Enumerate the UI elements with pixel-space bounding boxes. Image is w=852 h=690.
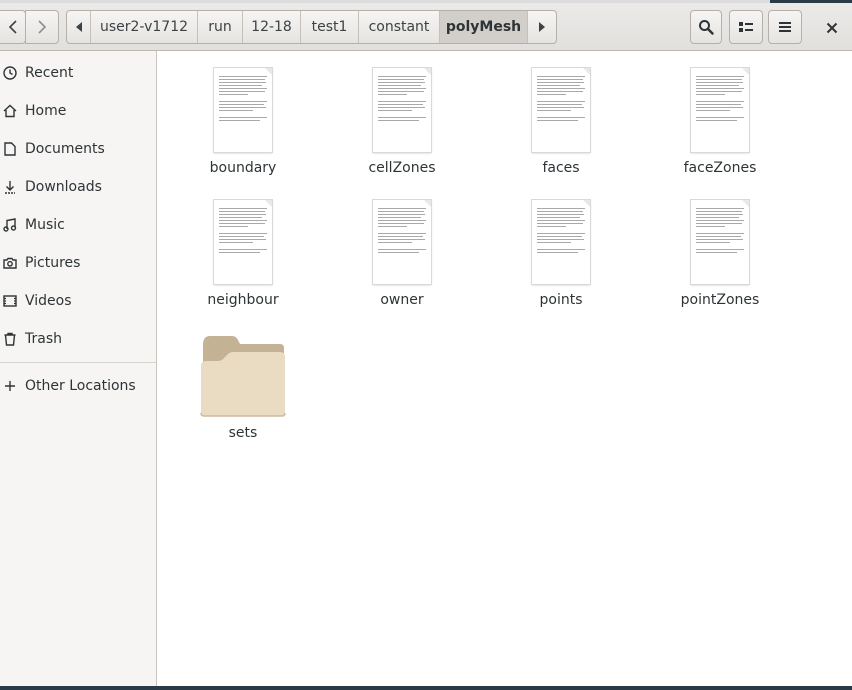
- text-file-icon: [691, 200, 749, 284]
- sidebar-item-label: Other Locations: [25, 378, 136, 394]
- file-item-faces[interactable]: faces: [491, 68, 631, 176]
- file-name: neighbour: [207, 292, 279, 308]
- file-item-pointzones[interactable]: pointZones: [650, 200, 790, 308]
- list-view-icon: [739, 22, 753, 32]
- back-button[interactable]: [0, 10, 26, 44]
- sidebar-item-videos[interactable]: Videos: [0, 282, 156, 320]
- home-icon: [2, 103, 18, 119]
- clock-icon: [2, 65, 18, 81]
- sidebar-item-documents[interactable]: Documents: [0, 130, 156, 168]
- search-icon: [699, 20, 714, 35]
- file-grid: boundary cellZones faces faceZones neigh…: [157, 51, 852, 686]
- hamburger-menu-icon: [779, 22, 791, 32]
- sidebar-item-recent[interactable]: Recent: [0, 54, 156, 92]
- trash-icon: [2, 331, 18, 347]
- file-name: owner: [380, 292, 424, 308]
- file-item-sets[interactable]: sets: [173, 333, 313, 441]
- sidebar-item-other-locations[interactable]: Other Locations: [0, 367, 156, 405]
- download-icon: [2, 179, 18, 195]
- chevron-right-icon: [38, 20, 47, 34]
- breadcrumb-run[interactable]: run: [198, 11, 243, 43]
- sidebar-item-home[interactable]: Home: [0, 92, 156, 130]
- sidebar-item-label: Music: [25, 217, 65, 233]
- sidebar-item-label: Home: [25, 103, 67, 119]
- sidebar-item-pictures[interactable]: Pictures: [0, 244, 156, 282]
- sidebar: Recent Home Documents Downloads Music Pi…: [0, 51, 157, 687]
- triangle-right-icon: [539, 22, 545, 32]
- file-item-owner[interactable]: owner: [332, 200, 472, 308]
- search-button[interactable]: [690, 10, 722, 44]
- text-file-icon: [373, 200, 431, 284]
- breadcrumb-test1[interactable]: test1: [301, 11, 359, 43]
- text-file-icon: [532, 200, 590, 284]
- document-icon: [2, 141, 18, 157]
- music-icon: [2, 217, 18, 233]
- header-bar: user2-v1712 run 12-18 test1 constant pol…: [0, 3, 852, 51]
- close-icon: [826, 22, 838, 34]
- sidebar-item-downloads[interactable]: Downloads: [0, 168, 156, 206]
- file-name: boundary: [209, 160, 277, 176]
- sidebar-divider: [0, 362, 156, 363]
- sidebar-item-label: Downloads: [25, 179, 102, 195]
- text-file-icon: [214, 200, 272, 284]
- breadcrumb-constant[interactable]: constant: [359, 11, 440, 43]
- breadcrumb-user2-v1712[interactable]: user2-v1712: [91, 11, 198, 43]
- file-item-neighbour[interactable]: neighbour: [173, 200, 313, 308]
- text-file-icon: [532, 68, 590, 152]
- video-icon: [2, 293, 18, 309]
- menu-button[interactable]: [768, 10, 802, 44]
- plus-icon: [2, 378, 18, 394]
- chevron-left-icon: [8, 20, 17, 34]
- sidebar-item-label: Documents: [25, 141, 105, 157]
- path-scroll-left-button[interactable]: [67, 11, 91, 43]
- file-item-facezones[interactable]: faceZones: [650, 68, 790, 176]
- file-name: sets: [228, 425, 258, 441]
- view-toggle-button[interactable]: [729, 10, 763, 44]
- sidebar-item-label: Recent: [25, 65, 74, 81]
- sidebar-item-trash[interactable]: Trash: [0, 320, 156, 358]
- file-name: pointZones: [680, 292, 760, 308]
- triangle-left-icon: [75, 22, 82, 32]
- text-file-icon: [373, 68, 431, 152]
- close-window-button[interactable]: [818, 16, 846, 40]
- file-name: faces: [542, 160, 580, 176]
- sidebar-item-label: Videos: [25, 293, 72, 309]
- file-item-cellzones[interactable]: cellZones: [332, 68, 472, 176]
- file-item-boundary[interactable]: boundary: [173, 68, 313, 176]
- camera-icon: [2, 255, 18, 271]
- text-file-icon: [214, 68, 272, 152]
- text-file-icon: [691, 68, 749, 152]
- sidebar-item-label: Trash: [25, 331, 62, 347]
- file-name: points: [539, 292, 583, 308]
- forward-button[interactable]: [25, 10, 59, 44]
- folder-icon: [200, 336, 286, 417]
- desktop-bottom-bar: [0, 686, 852, 690]
- file-name: cellZones: [368, 160, 436, 176]
- file-name: faceZones: [683, 160, 757, 176]
- sidebar-item-label: Pictures: [25, 255, 81, 271]
- breadcrumb-12-18[interactable]: 12-18: [243, 11, 301, 43]
- file-item-points[interactable]: points: [491, 200, 631, 308]
- path-scroll-right-button[interactable]: [528, 11, 556, 43]
- path-bar: user2-v1712 run 12-18 test1 constant pol…: [66, 10, 557, 44]
- sidebar-item-music[interactable]: Music: [0, 206, 156, 244]
- breadcrumb-polymesh[interactable]: polyMesh: [440, 11, 528, 43]
